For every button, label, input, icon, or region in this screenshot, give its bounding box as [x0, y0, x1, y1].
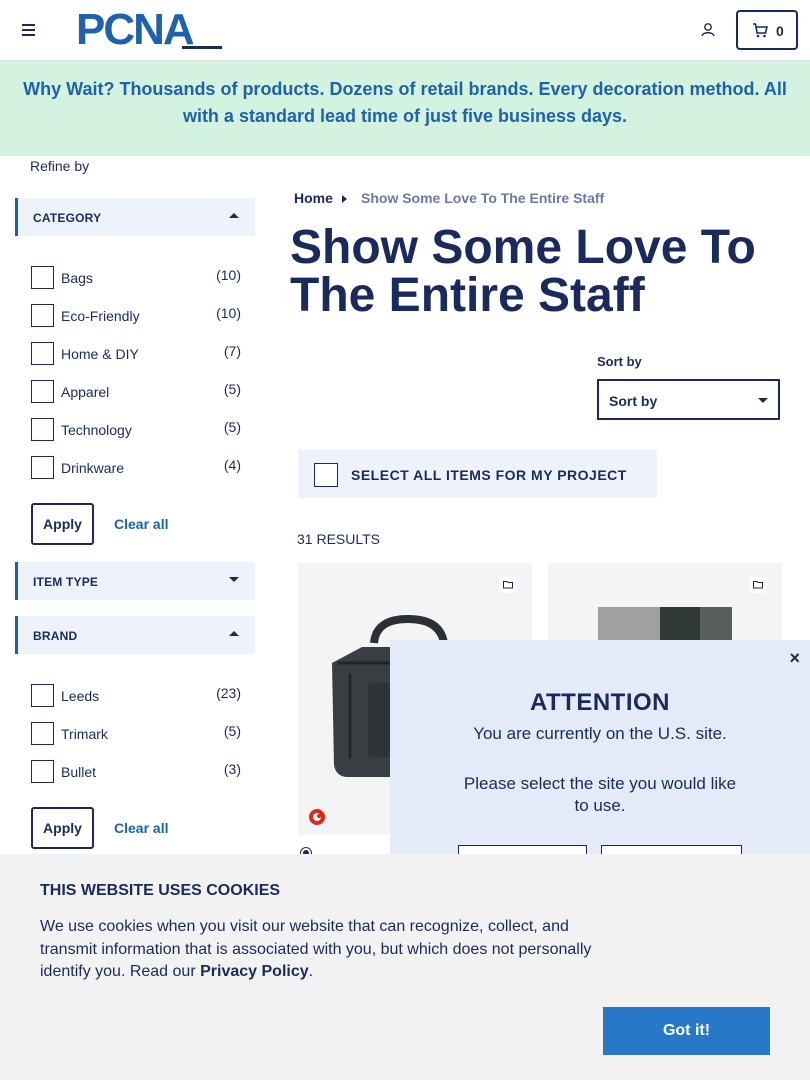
checkbox[interactable]: [31, 418, 54, 441]
checkbox[interactable]: [31, 722, 54, 745]
brand-clear-all-link[interactable]: Clear all: [114, 820, 168, 836]
pcna-logo[interactable]: PCNA: [76, 8, 195, 52]
option-count: (7): [223, 343, 241, 359]
breadcrumb-current: Show Some Love To The Entire Staff: [361, 190, 605, 206]
facet-category-header[interactable]: CATEGORY: [15, 198, 255, 236]
cart-button[interactable]: 0: [736, 10, 798, 50]
chevron-down-icon: [758, 398, 768, 403]
cookie-title: THIS WEBSITE USES COOKIES: [40, 882, 281, 899]
category-clear-all-link[interactable]: Clear all: [114, 516, 168, 532]
option-count: (5): [223, 723, 241, 739]
brand-option-trimark[interactable]: Trimark (5): [31, 718, 246, 745]
caret-down-icon: [229, 577, 239, 582]
facet-brand-header[interactable]: BRAND: [15, 616, 255, 654]
category-apply-button[interactable]: Apply: [31, 503, 94, 545]
option-label: Trimark: [61, 726, 108, 742]
option-label: Bags: [61, 270, 93, 286]
facet-category-label: CATEGORY: [33, 211, 102, 225]
option-count: (5): [223, 419, 241, 435]
option-count: (3): [223, 761, 241, 777]
checkbox[interactable]: [31, 342, 54, 365]
brand-option-bullet[interactable]: Bullet (3): [31, 756, 246, 783]
option-label: Leeds: [61, 688, 100, 704]
option-label: Drinkware: [61, 460, 125, 476]
page-title: Show Some Love To The Entire Staff: [290, 221, 756, 322]
category-option-eco-friendly[interactable]: Eco-Friendly (10): [31, 300, 246, 327]
select-all-label: SELECT ALL ITEMS FOR MY PROJECT: [351, 467, 627, 483]
option-label: Bullet: [61, 764, 97, 780]
option-count: (4): [223, 457, 241, 473]
privacy-policy-link[interactable]: Privacy Policy: [200, 963, 309, 980]
menu-icon[interactable]: [22, 24, 35, 36]
site-selection-modal: × ATTENTION You are currently on the U.S…: [390, 640, 810, 885]
facet-item-type-label: ITEM TYPE: [33, 575, 99, 589]
option-label: Home & DIY: [61, 346, 139, 362]
facet-item-type-header[interactable]: ITEM TYPE: [15, 562, 255, 600]
option-count: (10): [216, 267, 241, 283]
breadcrumb-home[interactable]: Home: [294, 190, 333, 206]
promo-banner: Why Wait? Thousands of products. Dozens …: [0, 61, 810, 156]
category-option-drinkware[interactable]: Drinkware (4): [31, 452, 246, 479]
checkbox[interactable]: [31, 266, 54, 289]
brand-apply-button[interactable]: Apply: [31, 807, 94, 849]
select-all-checkbox[interactable]: [314, 463, 338, 487]
category-option-home-diy[interactable]: Home & DIY (7): [31, 338, 246, 365]
checkbox[interactable]: [31, 380, 54, 403]
cookie-period: .: [308, 963, 314, 980]
caret-up-icon: [229, 631, 239, 636]
caret-up-icon: [229, 213, 239, 218]
cookie-banner: THIS WEBSITE USES COOKIES We use cookies…: [0, 854, 810, 1080]
checkbox[interactable]: [31, 304, 54, 327]
logo-underline: [182, 46, 222, 49]
checkbox[interactable]: [31, 684, 54, 707]
account-icon[interactable]: [700, 22, 716, 38]
option-label: Apparel: [61, 384, 110, 400]
checkbox[interactable]: [31, 456, 54, 479]
breadcrumb-chevron-icon: [342, 195, 347, 203]
option-label: Technology: [61, 422, 132, 438]
sort-label: Sort by: [597, 354, 642, 369]
cart-icon: [753, 23, 768, 38]
refine-by-label: Refine by: [30, 158, 90, 174]
site-header: PCNA 0: [0, 0, 810, 61]
modal-question: Please select the site you would like to…: [463, 774, 737, 815]
category-option-apparel[interactable]: Apparel (5): [31, 376, 246, 403]
results-count: 31 RESULTS: [297, 531, 380, 547]
modal-message: You are currently on the U.S. site.: [473, 724, 727, 743]
category-option-technology[interactable]: Technology (5): [31, 414, 246, 441]
brand-option-leeds[interactable]: Leeds (23): [31, 680, 246, 707]
sort-selected-value: Sort by: [609, 393, 658, 409]
cart-count: 0: [776, 23, 784, 39]
cookie-text: We use cookies when you visit our websit…: [40, 916, 610, 984]
sort-dropdown[interactable]: Sort by: [597, 379, 780, 420]
cookie-body: We use cookies when you visit our websit…: [40, 918, 592, 980]
got-it-button[interactable]: Got it!: [603, 1007, 770, 1055]
option-count: (23): [216, 685, 241, 701]
option-label: Eco-Friendly: [61, 308, 140, 324]
select-all-items[interactable]: SELECT ALL ITEMS FOR MY PROJECT: [298, 450, 657, 498]
modal-title: ATTENTION: [529, 689, 671, 716]
category-option-bags[interactable]: Bags (10): [31, 262, 246, 289]
checkbox[interactable]: [31, 760, 54, 783]
option-count: (5): [223, 381, 241, 397]
facet-brand-label: BRAND: [33, 629, 78, 643]
option-count: (10): [216, 305, 241, 321]
close-icon[interactable]: ×: [789, 648, 800, 669]
